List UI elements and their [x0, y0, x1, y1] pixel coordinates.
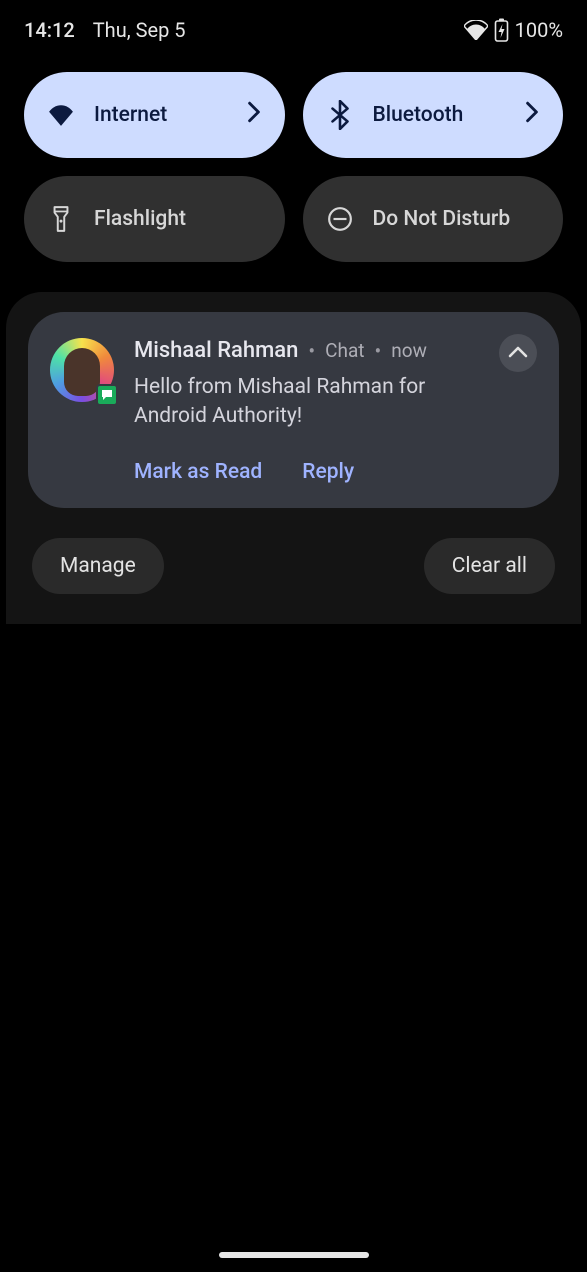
wifi-icon	[48, 102, 74, 128]
quick-settings: Internet Bluetooth Flashlight	[0, 52, 587, 292]
battery-charging-icon	[494, 18, 509, 42]
notification-card[interactable]: Mishaal Rahman • Chat • now Hello from M…	[28, 312, 559, 508]
qs-tile-internet[interactable]: Internet	[24, 72, 285, 158]
qs-tile-flashlight[interactable]: Flashlight	[24, 176, 285, 262]
chevron-right-icon	[525, 101, 539, 129]
clear-all-button[interactable]: Clear all	[424, 538, 555, 594]
qs-label: Internet	[94, 103, 227, 127]
wifi-icon	[464, 20, 488, 40]
status-time: 14:12	[24, 18, 75, 42]
battery-percent: 100%	[515, 18, 563, 42]
avatar	[50, 338, 114, 402]
reply-button[interactable]: Reply	[302, 460, 354, 484]
qs-tile-bluetooth[interactable]: Bluetooth	[303, 72, 564, 158]
manage-button[interactable]: Manage	[32, 538, 164, 594]
status-date: Thu, Sep 5	[93, 18, 186, 42]
bluetooth-icon	[327, 102, 353, 128]
notification-panel: Mishaal Rahman • Chat • now Hello from M…	[6, 292, 581, 624]
navigation-handle[interactable]	[219, 1252, 369, 1258]
qs-label: Bluetooth	[373, 103, 506, 127]
chevron-right-icon	[247, 101, 261, 129]
chat-app-badge-icon	[96, 384, 118, 406]
mark-as-read-button[interactable]: Mark as Read	[134, 460, 262, 484]
qs-tile-dnd[interactable]: Do Not Disturb	[303, 176, 564, 262]
qs-label: Flashlight	[94, 207, 261, 231]
notification-time: now	[391, 339, 427, 362]
chevron-up-icon	[508, 344, 528, 363]
notification-header: Mishaal Rahman • Chat • now	[134, 338, 533, 363]
collapse-button[interactable]	[499, 334, 537, 372]
notification-sender: Mishaal Rahman	[134, 338, 298, 363]
dnd-icon	[327, 206, 353, 232]
status-bar: 14:12 Thu, Sep 5 100%	[0, 0, 587, 52]
qs-label: Do Not Disturb	[373, 207, 540, 231]
notification-body: Hello from Mishaal Rahman for Android Au…	[134, 373, 494, 432]
flashlight-icon	[48, 206, 74, 232]
notification-app: Chat	[325, 339, 364, 362]
